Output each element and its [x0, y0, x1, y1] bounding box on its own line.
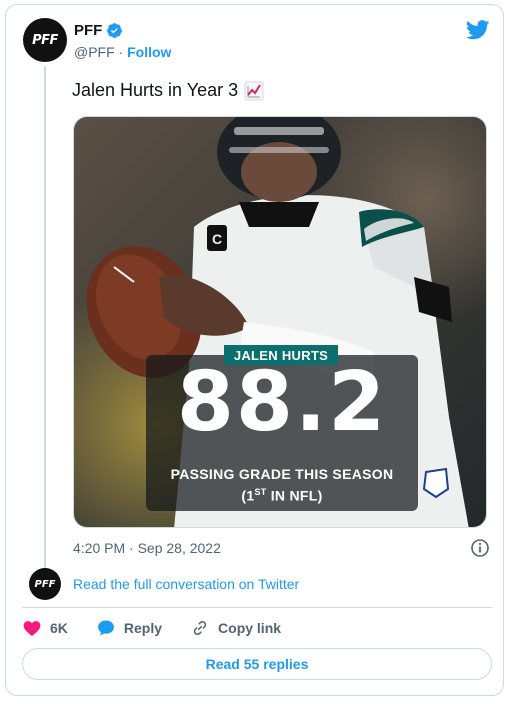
handle-row: @PFF · Follow	[74, 44, 171, 60]
pff-avatar[interactable]: PFF	[23, 18, 67, 62]
link-icon	[193, 620, 207, 636]
tweet-text-content: Jalen Hurts in Year 3	[72, 80, 239, 100]
rank-prefix: (1	[241, 487, 255, 504]
grade-caption-line1: PASSING GRADE THIS SEASON	[170, 466, 394, 482]
read-replies-button[interactable]: Read 55 replies	[22, 648, 492, 680]
thread-line	[44, 66, 46, 572]
read-conversation-link[interactable]: Read the full conversation on Twitter	[73, 576, 299, 592]
grade-caption: PASSING GRADE THIS SEASON (1ST IN NFL)	[146, 465, 418, 505]
copy-link-button[interactable]: Copy link	[190, 618, 281, 638]
follow-button[interactable]: Follow	[127, 44, 171, 60]
like-count: 6K	[50, 620, 68, 636]
twitter-bird-icon[interactable]	[466, 20, 490, 40]
info-icon[interactable]	[470, 538, 490, 558]
actions-divider	[22, 607, 492, 608]
author-name-row[interactable]: PFF	[74, 22, 123, 39]
like-button[interactable]: 6K	[22, 618, 68, 638]
rank-rest: IN NFL)	[266, 487, 323, 504]
passing-grade-value: 88.2	[176, 355, 388, 450]
tweet-actions: 6K Reply Copy link	[22, 618, 309, 638]
avatar-text: PFF	[32, 32, 58, 48]
rank-suffix: ST	[254, 487, 267, 497]
reply-bubble-icon	[97, 620, 114, 636]
tweet-timestamp[interactable]: 4:20 PM · Sep 28, 2022	[73, 540, 221, 556]
verified-badge-icon	[107, 23, 123, 38]
separator-dot: ·	[118, 44, 124, 60]
reply-button[interactable]: Reply	[96, 618, 162, 638]
tweet-image[interactable]: C JALEN HURTS 88.2 PASSING GRADE THIS SE…	[73, 116, 487, 528]
conversation-avatar-text: PFF	[34, 578, 56, 590]
heart-icon	[23, 621, 41, 636]
conversation-avatar[interactable]: PFF	[29, 568, 61, 600]
chart-increasing-icon	[244, 81, 264, 100]
svg-text:C: C	[212, 231, 222, 247]
author-name[interactable]: PFF	[74, 22, 102, 39]
author-handle[interactable]: @PFF	[74, 44, 115, 60]
grade-caption-line2: (1ST IN NFL)	[146, 483, 418, 505]
copy-link-label: Copy link	[218, 620, 282, 636]
reply-label: Reply	[123, 620, 163, 636]
tweet-text: Jalen Hurts in Year 3	[72, 80, 264, 101]
